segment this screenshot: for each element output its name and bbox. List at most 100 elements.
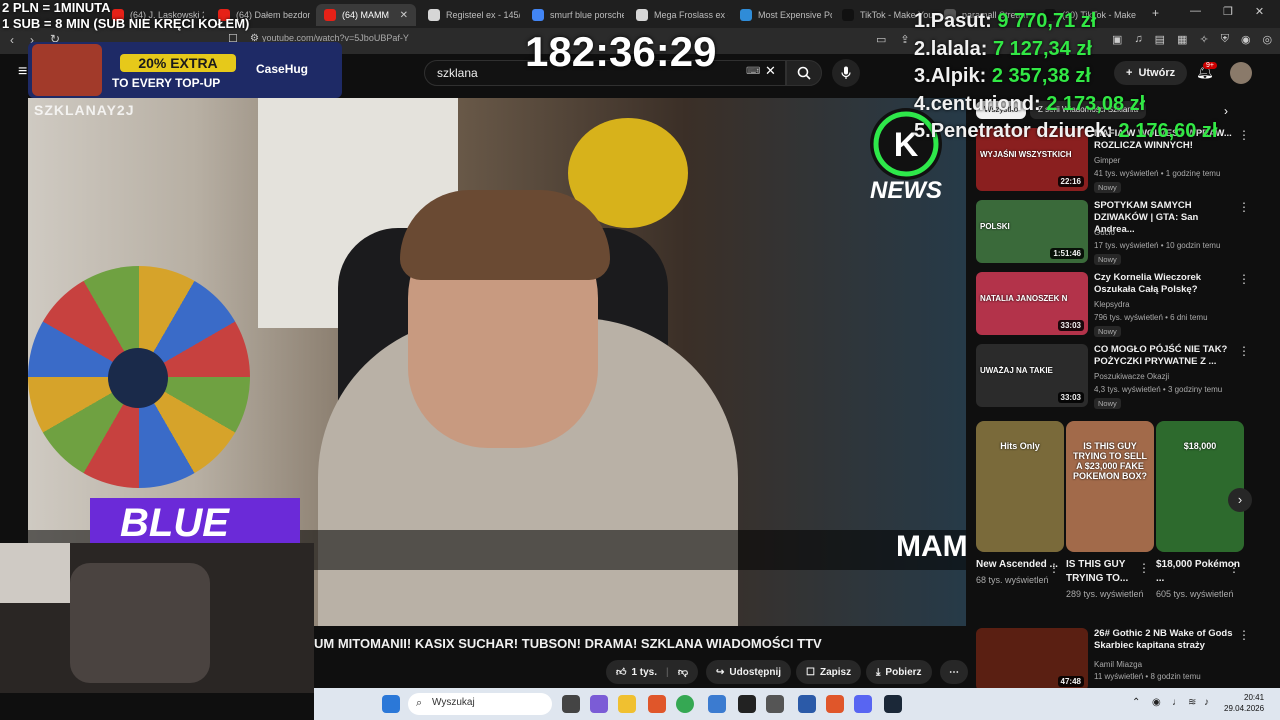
webcam-bed <box>70 563 210 683</box>
share-button[interactable]: ↪ Udostępnij <box>706 660 792 684</box>
discord-icon[interactable] <box>854 695 872 713</box>
video-thumbnail[interactable]: NATALIA JANOSZEK N 33:03 <box>976 272 1088 335</box>
video-menu-icon[interactable]: ⋮ <box>1238 344 1250 358</box>
video-title[interactable]: 26# Gothic 2 NB Wake of Gods Skarbiec ka… <box>1094 628 1234 652</box>
tab-close-icon[interactable]: ✕ <box>400 10 408 21</box>
chrome-icon[interactable] <box>676 695 694 713</box>
word-icon[interactable] <box>708 695 726 713</box>
file-explorer-icon[interactable] <box>618 695 636 713</box>
download-icon: ⤓ <box>876 666 881 678</box>
thumbs-up-icon: 👍︎ <box>616 667 627 678</box>
webcam-overlay <box>0 543 314 693</box>
shorts-next-button[interactable]: › <box>1228 488 1252 512</box>
short-card[interactable]: IS THIS GUY TRYING TO SELL A $23,000 FAK… <box>1066 421 1154 600</box>
like-count: 1 tys. <box>631 666 658 678</box>
casehug-promo-banner: 20% EXTRA TO EVERY TOP-UP CaseHug <box>28 42 342 98</box>
video-title[interactable]: Czy Kornelia Wieczorek Oszukała Całą Pol… <box>1094 272 1234 296</box>
network-icon[interactable]: ◉ <box>1152 697 1161 708</box>
save-button[interactable]: ☐ Zapisz <box>796 660 862 684</box>
video-menu-icon[interactable]: ⋮ <box>1238 272 1250 286</box>
channel-name[interactable]: Kamil Miazga <box>1094 660 1142 669</box>
clock-time: 20:41 <box>1244 693 1265 702</box>
brave-icon[interactable] <box>648 695 666 713</box>
tray-chevron-icon[interactable]: ⌃ <box>1132 697 1140 708</box>
brave-beta-icon[interactable] <box>826 695 844 713</box>
sidebar-video[interactable]: POLSKI 1:51:46 SPOTYKAM SAMYCH DZIWAKÓW | … <box>976 200 1250 266</box>
video-title[interactable]: SPOTYKAM SAMYCH DZIWAKÓW | GTA: San Andr… <box>1094 200 1234 236</box>
voice-search-button[interactable] <box>832 59 860 87</box>
sidebar-video[interactable]: NATALIA JANOSZEK N 33:03 Czy Kornelia Wiec… <box>976 272 1250 338</box>
volume-icon[interactable]: ♪ <box>1204 697 1209 708</box>
video-menu-icon[interactable]: ⋮ <box>1238 200 1250 214</box>
taskbar-clock[interactable]: 20:41 29.04.2026 <box>1224 692 1264 714</box>
video-thumbnail[interactable]: 47:48 <box>976 628 1088 691</box>
video-thumbnail[interactable]: UWAŻAJ NA TAKIE 33:03 <box>976 344 1088 407</box>
hamburger-menu-icon[interactable]: ≡ <box>18 63 27 81</box>
mic-tray-icon[interactable]: ♩ <box>1172 697 1182 708</box>
video-thumbnail[interactable]: POLSKI 1:51:46 <box>976 200 1088 263</box>
browser-tab[interactable]: Registeel ex - 145/2 <box>420 4 520 26</box>
task-view-icon[interactable] <box>562 695 580 713</box>
download-button[interactable]: ⤓ Pobierz <box>866 660 932 684</box>
share-label: Udostępnij <box>729 666 782 678</box>
video-menu-icon[interactable]: ⋮ <box>1238 128 1250 142</box>
prize-wheel-hub <box>108 348 168 408</box>
cast-icon[interactable]: ▭ <box>876 33 886 46</box>
video-title: UM MITOMANII! KASIX SUCHAR! TUBSON! DRAM… <box>314 636 822 651</box>
obs-icon[interactable] <box>738 695 756 713</box>
browser-tab[interactable]: smurf blue porsche <box>524 4 624 26</box>
sidebar-video[interactable]: UWAŻAJ NA TAKIE 33:03 CO MOGŁO PÓJŚĆ NIE T… <box>976 344 1250 410</box>
webcam-shelf <box>0 543 70 603</box>
maximize-icon[interactable]: ❐ <box>1223 5 1233 18</box>
back-icon[interactable]: ‹ <box>10 33 14 47</box>
steam-icon[interactable] <box>884 695 902 713</box>
leaderboard-name: centuriond: <box>930 92 1041 115</box>
channel-name[interactable]: Gucio <box>1094 228 1115 237</box>
short-thumbnail[interactable]: Hits Only <box>976 421 1064 552</box>
thumbs-down-icon[interactable]: 👎︎ <box>678 666 688 678</box>
app-icon[interactable] <box>798 695 816 713</box>
copilot-icon[interactable] <box>590 695 608 713</box>
share-page-icon[interactable]: ⇪ <box>900 33 909 46</box>
browser-tab[interactable]: (64) MAMM ✕ <box>316 4 416 26</box>
short-card[interactable]: $18,000 $18,000 Pokémon ... 605 tys. wyświ… <box>1156 421 1244 600</box>
settings-icon[interactable] <box>766 695 784 713</box>
clear-search-icon[interactable]: ✕ <box>765 63 776 79</box>
taskbar-search-input[interactable]: Wyszukaj <box>408 693 552 715</box>
promo-extra: 20% EXTRA <box>120 54 236 72</box>
more-actions-button[interactable]: ⋯ <box>940 660 968 684</box>
short-thumbnail[interactable]: IS THIS GUY TRYING TO SELL A $23,000 FAK… <box>1066 421 1154 552</box>
sidebar-video-gothic[interactable]: 47:48 26# Gothic 2 NB Wake of Gods Skarb… <box>976 628 1250 691</box>
avatar[interactable] <box>1230 62 1252 84</box>
like-button[interactable]: 👍︎ 1 tys. | 👎︎ <box>606 660 698 684</box>
channel-name[interactable]: Poszukiwacze Okazji <box>1094 372 1169 381</box>
profile-icon[interactable]: ◎ <box>1263 33 1273 46</box>
thumbnail-text: WYJAŚNI WSZYSTKICH <box>980 150 1072 159</box>
short-menu-icon[interactable]: ⋮ <box>1228 561 1240 575</box>
video-meta: 11 wyświetleń • 8 godzin temu <box>1094 672 1201 681</box>
short-card[interactable]: Hits Only New Ascended ... 68 tys. wyświet… <box>976 421 1064 586</box>
short-views: 289 tys. wyświetleń <box>1066 589 1144 599</box>
browser-tab[interactable]: Mega Froslass ex - <box>628 4 728 26</box>
sub-rule: 1 SUB = 8 MIN (SUB NIE KRĘCI KOŁEM) <box>2 16 250 31</box>
video-menu-icon[interactable]: ⋮ <box>1238 628 1250 642</box>
channel-name[interactable]: Klepsydra <box>1094 300 1130 309</box>
short-menu-icon[interactable]: ⋮ <box>1048 561 1060 575</box>
wifi-icon[interactable]: ≋ <box>1188 697 1196 708</box>
tab-favicon-icon <box>740 9 752 21</box>
video-title[interactable]: CO MOGŁO PÓJŚĆ NIE TAK? POŻYCZKI PRYWATN… <box>1094 344 1234 368</box>
short-menu-icon[interactable]: ⋮ <box>1138 561 1150 575</box>
search-button[interactable] <box>786 60 822 86</box>
keyboard-icon[interactable]: ⌨ <box>746 66 760 77</box>
chips-next-icon[interactable]: › <box>1224 104 1228 118</box>
blue-sticker: BLUE <box>90 498 300 548</box>
save-label: Zapisz <box>819 666 852 678</box>
short-thumbnail[interactable]: $18,000 <box>1156 421 1244 552</box>
shield-icon[interactable]: ⛨ <box>1221 33 1229 46</box>
windows-start-icon[interactable] <box>382 695 400 713</box>
browser-tab[interactable]: Most Expensive Pok <box>732 4 832 26</box>
channel-name[interactable]: Gimper <box>1094 156 1120 165</box>
vpn-icon[interactable]: ◉ <box>1241 33 1251 46</box>
close-window-icon[interactable]: ✕ <box>1255 5 1264 18</box>
more-icon: ⋯ <box>949 666 959 678</box>
